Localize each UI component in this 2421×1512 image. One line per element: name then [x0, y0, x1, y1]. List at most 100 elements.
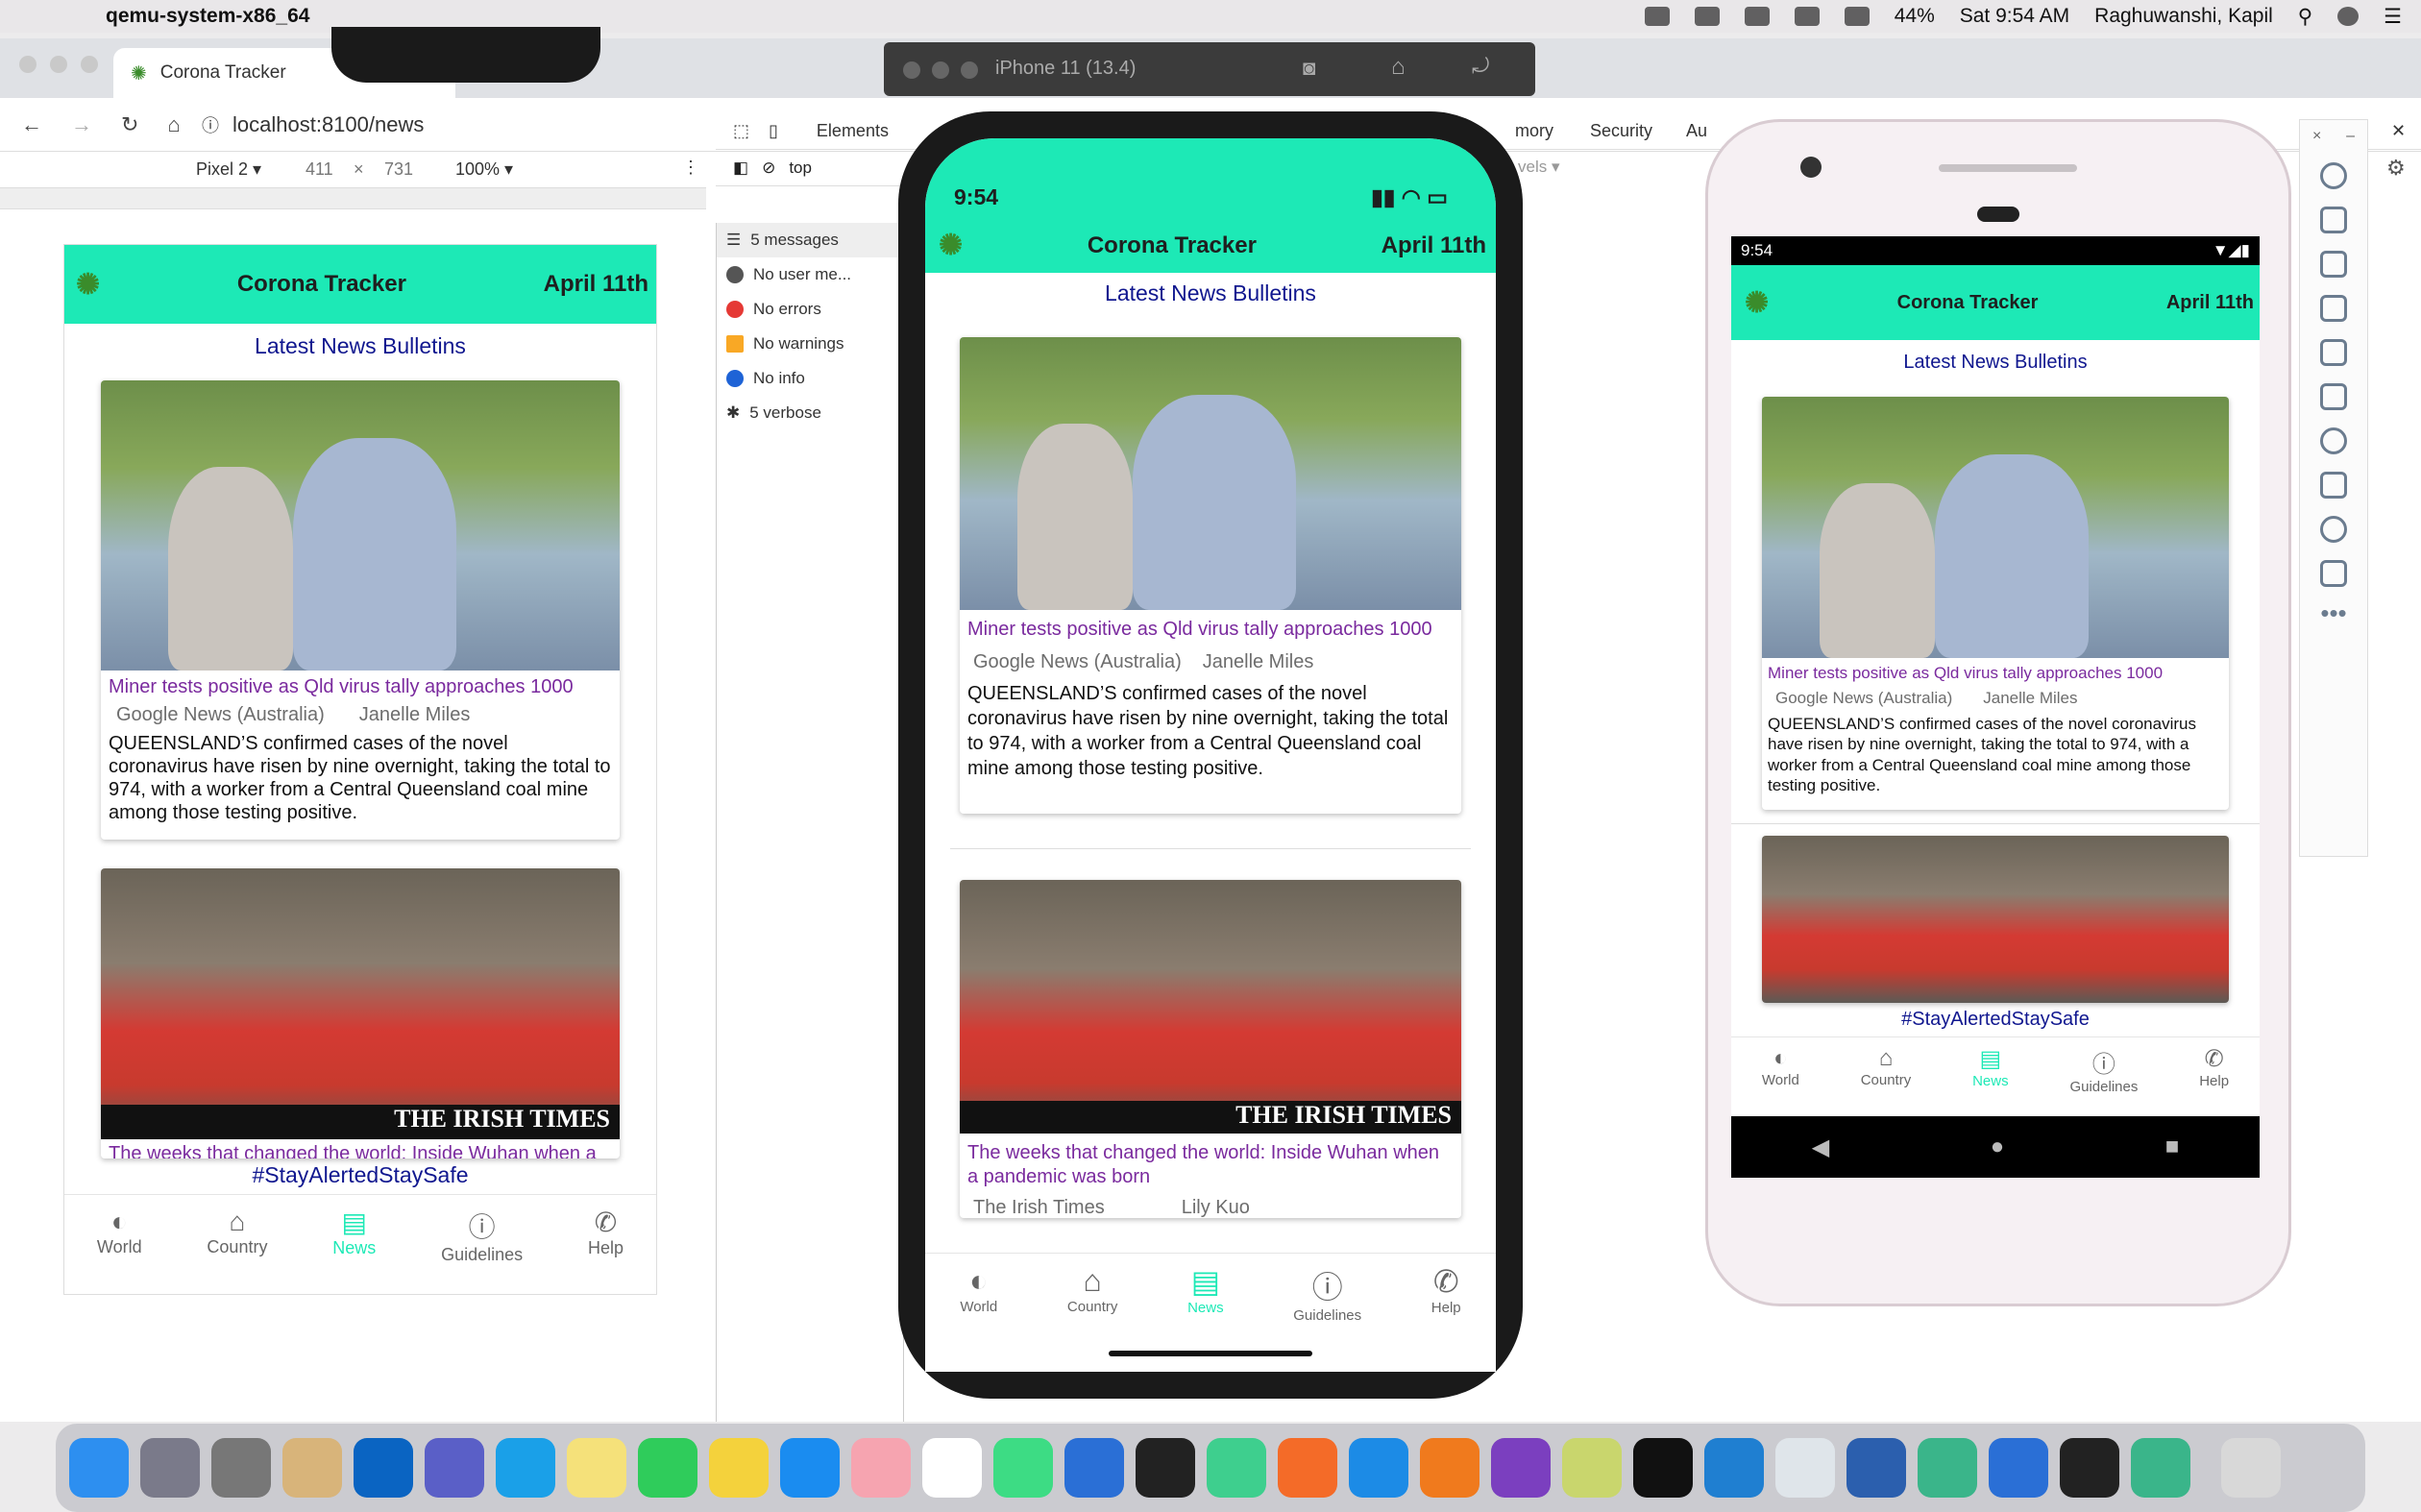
docker-icon[interactable]	[1644, 7, 1670, 26]
power-icon[interactable]	[2320, 162, 2347, 189]
camera-icon[interactable]	[2320, 383, 2347, 410]
close-simulator-button[interactable]	[903, 61, 920, 79]
device-height[interactable]: 731	[384, 159, 413, 180]
devtools-tab-audits[interactable]: Au	[1686, 121, 1707, 141]
more-options-icon[interactable]: ⋮	[682, 158, 699, 178]
chrome-icon[interactable]	[1775, 1438, 1835, 1498]
github-desktop-icon[interactable]	[1491, 1438, 1551, 1498]
terminal-icon[interactable]	[1633, 1438, 1693, 1498]
tab-world[interactable]: ◐ World	[97, 1207, 142, 1269]
close-window-button[interactable]	[19, 56, 37, 73]
news-card[interactable]: THE IRISH TIMES The weeks that changed t…	[101, 868, 620, 1158]
minimize-window-button[interactable]	[50, 56, 67, 73]
console-row-errors[interactable]: No errors	[717, 292, 903, 327]
calendar-icon[interactable]	[922, 1438, 982, 1498]
tab-news[interactable]: ▤ News	[1187, 1263, 1224, 1335]
home-icon[interactable]	[2320, 516, 2347, 543]
zoom-window-button[interactable]	[81, 56, 98, 73]
console-row-warnings[interactable]: No warnings	[717, 327, 903, 361]
volume-up-icon[interactable]	[2320, 207, 2347, 233]
zoom-simulator-button[interactable]	[961, 61, 978, 79]
news-title[interactable]: Miner tests positive as Qld virus tally …	[1762, 658, 2229, 683]
device-width[interactable]: 411	[306, 159, 333, 180]
tab-help[interactable]: ✆ Help	[588, 1207, 624, 1269]
clear-console-icon[interactable]: ⊘	[762, 159, 775, 178]
menubar-clock[interactable]: Sat 9:54 AM	[1960, 5, 2069, 28]
home-circle-icon[interactable]: ●	[1991, 1134, 2005, 1160]
teams-icon[interactable]	[425, 1438, 484, 1498]
back-triangle-icon[interactable]: ◀	[1812, 1134, 1829, 1161]
context-select[interactable]: top	[789, 159, 812, 178]
shield-icon[interactable]	[1794, 7, 1820, 26]
console-row-user[interactable]: No user me...	[717, 257, 903, 292]
info-icon[interactable]: ⓘ	[202, 112, 219, 137]
news-card[interactable]: THE IRISH TIMES The weeks that changed t…	[960, 880, 1461, 1218]
safari-icon[interactable]	[1349, 1438, 1408, 1498]
pycharm-icon[interactable]	[1136, 1438, 1195, 1498]
siri-icon[interactable]	[2337, 7, 2360, 26]
notification-center-icon[interactable]: ☰	[2384, 5, 2402, 29]
reload-icon[interactable]: ↻	[121, 112, 138, 137]
news-card[interactable]: Miner tests positive as Qld virus tally …	[960, 337, 1461, 814]
search-icon[interactable]: ⚲	[2298, 5, 2312, 29]
outlook-icon[interactable]	[354, 1438, 413, 1498]
emulator-icon[interactable]	[1918, 1438, 1977, 1498]
zoom-select[interactable]: 100% ▾	[455, 159, 513, 180]
tab-country[interactable]: ⌂ Country	[207, 1207, 267, 1269]
active-app-name[interactable]: qemu-system-x86_64	[106, 5, 309, 28]
tab-world[interactable]: ◐ World	[1762, 1045, 1799, 1100]
minimize-icon[interactable]: –	[2346, 128, 2355, 145]
news-card[interactable]	[1762, 836, 2229, 1003]
tab-guidelines[interactable]: ⓘ Guidelines	[1293, 1263, 1361, 1335]
forward-icon[interactable]: →	[71, 112, 92, 137]
wifi-icon[interactable]	[1844, 7, 1870, 26]
sidebar-toggle-icon[interactable]: ◧	[733, 159, 748, 178]
minimize-simulator-button[interactable]	[932, 61, 949, 79]
rotate-right-icon[interactable]	[2320, 339, 2347, 366]
firefox-icon[interactable]	[1420, 1438, 1480, 1498]
android-studio-icon[interactable]	[993, 1438, 1053, 1498]
volume-down-icon[interactable]	[2320, 251, 2347, 278]
tab-world[interactable]: ◐ World	[960, 1263, 997, 1335]
photos-icon[interactable]	[851, 1438, 911, 1498]
news-title[interactable]: Miner tests positive as Qld virus tally …	[101, 671, 620, 698]
overview-icon[interactable]	[2320, 560, 2347, 587]
tab-help[interactable]: ✆ Help	[1431, 1263, 1461, 1335]
postman-icon[interactable]	[1278, 1438, 1337, 1498]
close-icon[interactable]: ×	[2312, 128, 2321, 145]
skype-icon[interactable]	[496, 1438, 555, 1498]
tab-country[interactable]: ⌂ Country	[1861, 1045, 1912, 1100]
app-store-icon[interactable]	[780, 1438, 840, 1498]
device-toggle-icon[interactable]: ▯	[769, 121, 778, 141]
globe-icon[interactable]	[1744, 7, 1770, 26]
news-title[interactable]: Miner tests positive as Qld virus tally …	[960, 610, 1461, 642]
tab-news[interactable]: ▤ News	[332, 1207, 376, 1269]
finder-icon[interactable]	[69, 1438, 129, 1498]
address-bar[interactable]: ⓘ localhost:8100/news	[202, 104, 424, 146]
system-preferences-icon[interactable]	[211, 1438, 271, 1498]
whatsapp-icon[interactable]	[638, 1438, 697, 1498]
devtools-tab-security[interactable]: Security	[1590, 121, 1652, 141]
tab-country[interactable]: ⌂ Country	[1067, 1263, 1118, 1335]
cloud-icon[interactable]	[1694, 7, 1720, 26]
trash-icon[interactable]	[2221, 1438, 2281, 1498]
home-indicator[interactable]	[1109, 1351, 1312, 1356]
vscode-icon[interactable]	[1704, 1438, 1764, 1498]
url-text[interactable]: localhost:8100/news	[232, 112, 424, 137]
console-row-messages[interactable]: ☰ 5 messages	[717, 223, 903, 257]
mail-icon[interactable]	[282, 1438, 342, 1498]
inspect-icon[interactable]: ⬚	[733, 121, 749, 141]
back-icon[interactable]	[2320, 472, 2347, 499]
home-icon[interactable]: ⌂	[1391, 54, 1406, 81]
emulator-window-icon[interactable]	[2131, 1438, 2190, 1498]
word-icon[interactable]	[1846, 1438, 1906, 1498]
news-card[interactable]: Miner tests positive as Qld virus tally …	[101, 380, 620, 840]
simulator-icon[interactable]	[1989, 1438, 2048, 1498]
home-icon[interactable]: ⌂	[167, 112, 180, 137]
device-select[interactable]: Pixel 2 ▾	[196, 159, 261, 180]
tab-help[interactable]: ✆ Help	[2199, 1045, 2229, 1100]
back-icon[interactable]: ←	[21, 112, 42, 137]
tab-guidelines[interactable]: ⓘ Guidelines	[2069, 1045, 2138, 1100]
news-title[interactable]: The weeks that changed the world: Inside…	[960, 1134, 1461, 1189]
rotate-icon[interactable]: ⤾	[1472, 54, 1489, 79]
